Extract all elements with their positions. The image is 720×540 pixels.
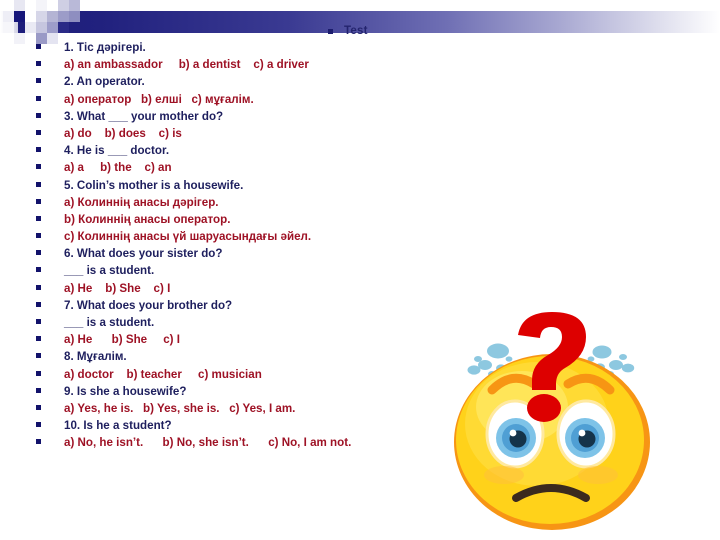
square-bullet-icon <box>36 422 41 428</box>
list-item: a) He b) She c) I <box>36 280 696 297</box>
decorative-square-19 <box>14 33 25 44</box>
square-bullet-icon <box>36 284 41 290</box>
square-bullet-icon <box>36 404 41 410</box>
square-bullet-icon <box>36 387 41 393</box>
list-item: a) do b) does c) is <box>36 125 696 142</box>
question-text: ___ is a student. <box>64 316 155 329</box>
square-bullet-icon <box>36 147 41 153</box>
decorative-square-3 <box>47 0 58 11</box>
decorative-square-16 <box>36 22 47 33</box>
question-text: 3. What ___ your mother do? <box>64 109 224 123</box>
list-item: ___ is a student. <box>36 262 696 279</box>
question-text: 9. Is she a housewife? <box>64 384 187 398</box>
question-text: ___ is a student. <box>64 264 155 278</box>
square-bullet-icon <box>36 215 41 221</box>
square-bullet-icon <box>36 353 41 359</box>
answer-options-text: b) Колиннің анасы оператор. <box>64 212 231 226</box>
decorative-square-13 <box>69 11 80 22</box>
decorative-square-11 <box>47 11 58 22</box>
question-text: 2. An operator. <box>64 75 145 89</box>
decorative-square-10 <box>36 11 47 22</box>
list-item: 3. What ___ your mother do? <box>36 108 696 125</box>
list-item: a) оператор b) елші c) мұғалім. <box>36 91 696 108</box>
question-text: 7. What does your brother do? <box>64 298 233 312</box>
decorative-square-5 <box>69 0 80 11</box>
question-text: 5. Colin’s mother is a housewife. <box>64 178 244 192</box>
square-bullet-icon <box>36 198 41 204</box>
list-item: 1. Тіс дәрігері. <box>36 39 696 56</box>
answer-options-text: a) doctor b) teacher c) musician <box>64 367 262 381</box>
answer-options-text: a) He b) She c) I <box>64 281 171 295</box>
answer-options-text: a) He b) She c) I <box>64 333 180 347</box>
list-item: a) an ambassador b) a dentist c) a drive… <box>36 56 696 73</box>
decorative-square-17 <box>47 22 58 33</box>
slide-title-row: Test <box>328 25 368 37</box>
square-bullet-icon <box>36 336 41 342</box>
answer-options-text: a) do b) does c) is <box>64 126 182 140</box>
list-item: 4. He is ___ doctor. <box>36 142 696 159</box>
square-bullet-icon <box>36 112 41 118</box>
square-bullet-icon <box>36 95 41 101</box>
square-bullet-icon <box>36 181 41 187</box>
answer-options-text: a) No, he isn’t. b) No, she isn’t. c) No… <box>64 436 352 450</box>
answer-options-text: c) Колиннің анасы үй шаруасындағы әйел. <box>64 230 312 244</box>
square-bullet-icon <box>36 301 41 307</box>
decorative-square-12 <box>58 11 69 22</box>
list-item: c) Колиннің анасы үй шаруасындағы әйел. <box>36 228 696 245</box>
square-bullet-icon <box>36 78 41 84</box>
square-bullet-icon <box>36 61 41 67</box>
decorative-square-2 <box>36 0 47 11</box>
confused-smiley-face <box>452 312 718 540</box>
decorative-square-4 <box>58 0 69 11</box>
square-bullet-icon <box>36 267 41 273</box>
page-title: Test <box>344 25 368 37</box>
list-item: 5. Colin’s mother is a housewife. <box>36 177 696 194</box>
decorative-square-0 <box>14 0 25 11</box>
answer-options-text: a) оператор b) елші c) мұғалім. <box>64 92 254 106</box>
decorative-square-1 <box>25 0 36 11</box>
question-text: 1. Тіс дәрігері. <box>64 41 146 54</box>
decorative-square-18 <box>58 22 69 33</box>
decorative-square-8 <box>14 11 25 22</box>
decorative-square-14 <box>3 22 14 33</box>
decorative-square-7 <box>3 11 14 22</box>
square-bullet-icon <box>36 439 41 445</box>
answer-options-text: a) an ambassador b) a dentist c) a drive… <box>64 58 309 72</box>
square-bullet-icon <box>328 28 333 34</box>
square-bullet-icon <box>36 233 41 239</box>
square-bullet-icon <box>36 129 41 135</box>
square-bullet-icon <box>36 250 41 256</box>
question-text: 4. He is ___ doctor. <box>64 144 170 158</box>
list-item: 2. An operator. <box>36 73 696 90</box>
question-text: 8. Мұғалім. <box>64 350 127 364</box>
list-item: 6. What does your sister do? <box>36 245 696 262</box>
square-bullet-icon <box>36 44 41 49</box>
question-text: 10. Is he a student? <box>64 419 172 433</box>
square-bullet-icon <box>36 319 41 324</box>
decorative-square-15 <box>25 22 36 33</box>
list-item: b) Колиннің анасы оператор. <box>36 211 696 228</box>
decorative-square-9 <box>25 11 36 22</box>
decorative-square-6 <box>80 0 91 11</box>
answer-options-text: a) a b) the c) an <box>64 161 172 175</box>
answer-options-text: a) Yes, he is. b) Yes, she is. c) Yes, I… <box>64 401 296 415</box>
answer-options-text: a) Колиннің анасы дәрігер. <box>64 195 219 209</box>
list-item: a) a b) the c) an <box>36 159 696 176</box>
square-bullet-icon <box>36 164 41 170</box>
list-item: a) Колиннің анасы дәрігер. <box>36 194 696 211</box>
question-text: 6. What does your sister do? <box>64 247 223 261</box>
square-bullet-icon <box>36 370 41 376</box>
